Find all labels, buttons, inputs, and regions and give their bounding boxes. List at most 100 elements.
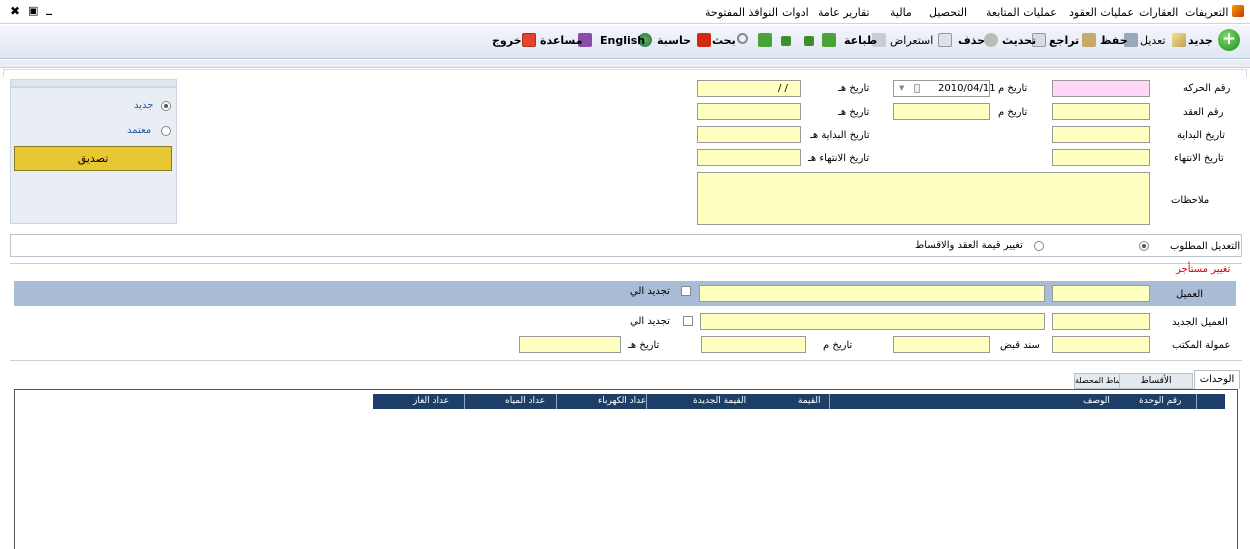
grid-col-gas-meter[interactable]: عداد الغاز: [413, 396, 449, 406]
last-record-icon[interactable]: [758, 33, 772, 47]
date-gregorian-picker[interactable]: 2010/04/11 ▼: [893, 80, 996, 97]
menu-open-windows[interactable]: النوافذ المفتوحة: [705, 6, 778, 19]
calculator-icon[interactable]: [697, 33, 711, 47]
modification-radio-1[interactable]: [1139, 241, 1149, 251]
end-date-label: تاريخ الانتهاء: [1174, 153, 1224, 164]
menu-finance[interactable]: مالية: [890, 6, 912, 19]
menu-definitions[interactable]: التعريفات: [1185, 6, 1228, 19]
modification-box: [10, 234, 1242, 257]
modification-radio-2[interactable]: [1034, 241, 1044, 251]
app-window: ✖ ▣ _ التعريفات العقارات عمليات العقود ع…: [0, 0, 1250, 549]
search-button[interactable]: بحث: [712, 34, 736, 47]
menu-general-reports[interactable]: تقارير عامة: [818, 6, 870, 19]
delete-icon[interactable]: [984, 33, 998, 47]
receipt-date-hijri-input[interactable]: [519, 336, 621, 353]
new-tenant-name-input[interactable]: [700, 313, 1045, 330]
grid-col-water-meter[interactable]: عداد المياه: [505, 396, 545, 406]
exit-button[interactable]: خروج: [492, 34, 522, 47]
start-date-hijri-label: تاريخ البداية هـ: [810, 130, 870, 141]
renew-to-checkbox-2[interactable]: [683, 316, 693, 326]
renew-to-checkbox[interactable]: [681, 286, 691, 296]
minimize-window-icon[interactable]: _: [46, 1, 52, 15]
renew-to-label-2: تجديد الي: [630, 316, 670, 327]
menu-contract-operations[interactable]: عمليات العقود: [1069, 6, 1134, 19]
add-icon[interactable]: +: [1218, 29, 1240, 51]
date-hijri-value: / /: [778, 83, 788, 94]
office-commission-input[interactable]: [1052, 336, 1150, 353]
receipt-date-hijri-label: تاريخ هـ: [628, 340, 660, 351]
end-date-input[interactable]: [1052, 149, 1150, 166]
close-window-icon[interactable]: ✖: [10, 4, 20, 18]
help-button[interactable]: مساعدة: [540, 34, 583, 47]
date-gregorian-value: 2010/04/11: [938, 83, 996, 94]
browse-icon[interactable]: [938, 33, 952, 47]
grid-col-value[interactable]: القيمة: [798, 396, 821, 406]
grid-col-electricity-meter[interactable]: عداد الكهرباء: [598, 396, 646, 406]
search-icon[interactable]: [737, 33, 748, 44]
start-date-hijri-input[interactable]: [697, 126, 801, 143]
new-button[interactable]: جديد: [1188, 34, 1213, 47]
grid-header: رقم الوحدة الوصف القيمة القيمة الجديدة ع…: [373, 394, 1225, 409]
delete-button[interactable]: حذف: [958, 34, 985, 47]
contract-date-hijri-label: تاريخ هـ: [838, 107, 870, 118]
end-date-hijri-input[interactable]: [697, 149, 801, 166]
approved-status-label: معتمد: [127, 125, 152, 136]
end-date-hijri-label: تاريخ الانتهاء هـ: [808, 153, 870, 164]
menu-properties[interactable]: العقارات: [1139, 6, 1178, 19]
new-tenant-code-input[interactable]: [1052, 313, 1150, 330]
save-button[interactable]: حفظ: [1100, 34, 1128, 47]
grid-col-unit-number[interactable]: رقم الوحدة: [1139, 396, 1181, 406]
approve-button[interactable]: تصديق: [14, 146, 172, 171]
approved-status-radio[interactable]: [161, 126, 171, 136]
next-record-icon[interactable]: [804, 36, 814, 46]
previous-record-icon[interactable]: [781, 36, 791, 46]
notes-textarea[interactable]: [697, 172, 1150, 225]
grid-col-sep: [1196, 394, 1197, 409]
menu-collection[interactable]: التحصيل: [929, 6, 967, 19]
first-record-icon[interactable]: [822, 33, 836, 47]
edit-icon[interactable]: [1172, 33, 1186, 47]
chevron-down-icon[interactable]: ▼: [899, 84, 904, 92]
units-grid[interactable]: [14, 389, 1238, 549]
print-button[interactable]: طباعة: [844, 34, 877, 47]
edit-button[interactable]: تعديل: [1140, 34, 1166, 47]
client-code-input[interactable]: [1052, 285, 1150, 302]
undo-button[interactable]: تراجع: [1049, 34, 1079, 47]
start-date-input[interactable]: [1052, 126, 1150, 143]
calendar-icon[interactable]: [914, 84, 920, 93]
tab-installments[interactable]: الأقساط: [1119, 373, 1193, 389]
browse-button[interactable]: استعراض: [890, 34, 933, 47]
english-button[interactable]: English: [600, 34, 645, 47]
form-frame: [3, 69, 1247, 77]
grid-col-description[interactable]: الوصف: [1083, 396, 1110, 406]
undo-icon[interactable]: [1082, 33, 1096, 47]
grid-col-sep: [829, 394, 830, 409]
contract-number-input[interactable]: [1052, 103, 1150, 120]
new-status-label: جديد: [134, 100, 154, 111]
new-status-radio[interactable]: [161, 101, 171, 111]
grid-col-new-value[interactable]: القيمة الجديدة: [693, 396, 746, 406]
contract-date-gregorian-input[interactable]: [893, 103, 990, 120]
app-logo-icon: [1232, 5, 1244, 17]
receipt-date-gregorian-input[interactable]: [701, 336, 806, 353]
office-commission-label: عمولة المكتب: [1172, 340, 1231, 351]
menu-followup-operations[interactable]: عمليات المتابعة: [986, 6, 1057, 19]
date-gregorian-label: تاريخ م: [998, 83, 1028, 94]
transaction-number-input[interactable]: [1052, 80, 1150, 97]
date-hijri-input[interactable]: / /: [697, 80, 801, 97]
tab-units[interactable]: الوحدات: [1194, 370, 1240, 389]
calculator-button[interactable]: حاسبة: [657, 34, 691, 47]
tab-collected-installments[interactable]: الأقساط المحصلة: [1074, 373, 1120, 389]
contract-date-hijri-input[interactable]: [697, 103, 801, 120]
change-tenant-title: تغيير مستأجر: [1176, 264, 1231, 275]
toolbar: + جديد تعديل حفظ تراجع تحديث حذف استعراض…: [0, 25, 1250, 59]
client-name-input[interactable]: [699, 285, 1045, 302]
start-date-label: تاريخ البداية: [1177, 130, 1226, 141]
menu-tools[interactable]: ادوات: [782, 6, 809, 19]
restore-window-icon[interactable]: ▣: [28, 4, 38, 17]
date-hijri-label: تاريخ هـ: [838, 83, 870, 94]
refresh-button[interactable]: تحديث: [1002, 34, 1036, 47]
contract-number-label: رقم العقد: [1183, 107, 1224, 118]
exit-icon[interactable]: [522, 33, 536, 47]
receipt-voucher-input[interactable]: [893, 336, 990, 353]
